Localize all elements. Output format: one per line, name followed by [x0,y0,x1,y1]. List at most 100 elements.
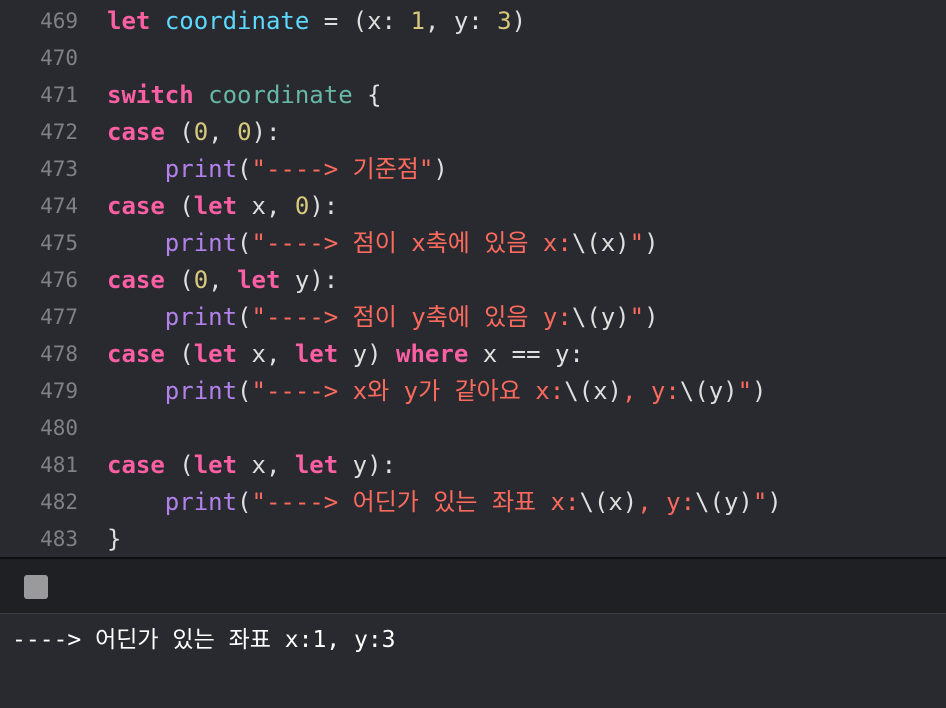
code-line[interactable]: 478 case (let x, let y) where x == y: [0,336,946,372]
code-text: switch coordinate { [107,77,382,113]
code-token: let [193,451,238,479]
code-token: "----> 어딘가 있는 좌표 x: [251,488,580,516]
code-line[interactable]: 473 print("----> 기준점") [0,151,946,187]
code-text: case (0, 0): [107,114,280,150]
code-line[interactable]: 477 print("----> 점이 y축에 있음 y:\(y)") [0,299,946,335]
line-number: 481 [40,453,78,477]
code-line[interactable]: 474 case (let x, 0): [0,188,946,224]
code-token: let [294,340,339,368]
code-line[interactable]: 482 print("----> 어딘가 있는 좌표 x:\(x), y:\(y… [0,484,946,520]
debug-bar [0,559,946,613]
code-token: " [752,488,768,516]
line-number: 472 [40,120,78,144]
code-token: case [107,266,165,294]
code-token: \(y) [695,488,753,516]
code-token: "----> 점이 x축에 있음 x: [251,229,572,257]
code-token: \(y) [571,303,630,331]
line-number: 482 [40,490,78,514]
code-token: y): [338,451,397,479]
code-text: } [107,521,121,557]
code-token: "----> 기준점" [251,155,434,183]
code-line[interactable]: 479 print("----> x와 y가 같아요 x:\(x), y:\(y… [0,373,946,409]
line-number: 480 [40,416,78,440]
code-line[interactable]: 480 [0,410,946,446]
code-token: 1 [410,7,425,35]
code-token: case [107,192,165,220]
code-token: case [107,451,165,479]
code-token: print [164,488,238,516]
code-token: \(x) [564,377,622,405]
stop-square-icon[interactable] [24,575,48,599]
code-token: , [208,266,238,294]
code-token: y) [338,340,397,368]
code-token: , y: [637,488,696,516]
code-text: print("----> 점이 x축에 있음 x:\(x)") [107,225,659,261]
code-token: " [629,229,645,257]
code-token: "----> 점이 y축에 있음 y: [251,303,572,331]
code-text: case (let x, 0): [107,188,338,224]
code-token: \(y) [679,377,738,405]
line-number: 477 [40,305,78,329]
code-text: print("----> x와 y가 같아요 x:\(x), y:\(y)") [107,373,767,409]
code-token: ): [251,118,281,146]
code-token: print [164,377,238,405]
code-token: print [164,155,238,183]
code-token: ) [511,7,527,35]
code-token: case [107,340,165,368]
code-token: 0 [237,118,252,146]
code-token: ): [309,192,339,220]
code-token: 0 [193,266,209,294]
code-token: "----> x와 y가 같아요 x: [251,377,565,405]
line-number: 473 [40,157,78,181]
code-token: let [193,192,238,220]
console-output-area[interactable]: ----> 어딘가 있는 좌표 x:1, y:3 [0,614,946,708]
code-token: where [396,340,469,368]
code-line[interactable]: 475 print("----> 점이 x축에 있음 x:\(x)") [0,225,946,261]
code-text: case (0, let y): [107,262,338,298]
code-line[interactable]: 472 case (0, 0): [0,114,946,150]
code-token: = (x: [309,7,411,35]
line-number: 470 [40,46,78,70]
code-text: case (let x, let y) where x == y: [107,336,584,372]
code-token: " [737,377,753,405]
code-token: 0 [294,192,310,220]
code-line[interactable]: 483} [0,521,946,557]
code-token: let [107,7,151,35]
line-number: 475 [40,231,78,255]
line-number: 469 [40,9,78,33]
code-editor[interactable]: 469 let coordinate = (x: 1, y: 3) 470 471 sw… [0,0,946,557]
code-token: " [629,303,645,331]
code-token: { [352,81,382,109]
code-token: x, [237,192,295,220]
code-text: print("----> 기준점") [107,151,448,187]
code-token: print [164,229,238,257]
code-line[interactable]: 470 [0,40,946,76]
code-token: ( [237,377,252,405]
code-token: ( [237,303,252,331]
code-token: ( [164,451,194,479]
code-token: \(x) [571,229,630,257]
code-line[interactable]: 476 case (0, let y): [0,262,946,298]
code-text: print("----> 어딘가 있는 좌표 x:\(x), y:\(y)") [107,484,782,520]
line-number: 471 [40,83,78,107]
code-token: coordinate [164,7,310,35]
code-token: ) [433,155,448,183]
code-line[interactable]: 469 let coordinate = (x: 1, y: 3) [0,3,946,39]
code-token: ) [644,303,659,331]
code-token: ) [752,377,767,405]
code-token: switch [107,81,194,109]
code-token: ) [767,488,782,516]
line-number: 478 [40,342,78,366]
code-token: coordinate [208,81,353,109]
code-token: ( [237,155,252,183]
code-text: case (let x, let y): [107,447,396,483]
code-text: let coordinate = (x: 1, y: 3) [107,3,526,39]
code-line[interactable]: 471 switch coordinate { [0,77,946,113]
code-line[interactable]: 481 case (let x, let y): [0,447,946,483]
code-token: 0 [193,118,209,146]
